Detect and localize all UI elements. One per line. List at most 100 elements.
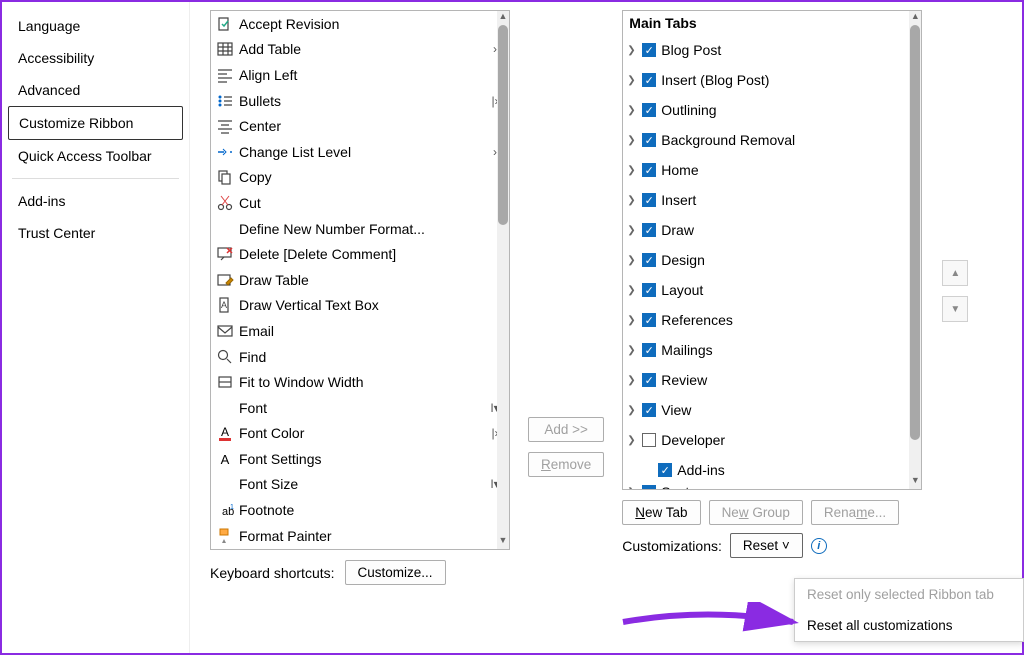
- remove-button[interactable]: Remove: [528, 452, 604, 477]
- new-group-button[interactable]: New Group: [709, 500, 803, 525]
- scroll-up-icon[interactable]: ▲: [909, 11, 921, 25]
- command-item[interactable]: Draw Table: [211, 267, 509, 293]
- chevron-right-icon[interactable]: ❯: [627, 105, 637, 116]
- sidebar-item-accessibility[interactable]: Accessibility: [8, 42, 183, 74]
- tab-item[interactable]: ❯ ✓ Background Removal: [623, 125, 921, 155]
- sidebar-item-advanced[interactable]: Advanced: [8, 74, 183, 106]
- checkbox[interactable]: ✓: [642, 313, 656, 327]
- sidebar-item-language[interactable]: Language: [8, 10, 183, 42]
- scrollbar[interactable]: ▲ ▼: [909, 11, 921, 489]
- customize-button[interactable]: Customize...: [345, 560, 446, 585]
- checkbox[interactable]: ✓: [642, 283, 656, 297]
- command-item[interactable]: Font Size I▾: [211, 472, 509, 498]
- tab-item[interactable]: ❯ ✓ Insert (Blog Post): [623, 65, 921, 95]
- chevron-right-icon[interactable]: ❯: [627, 405, 637, 416]
- move-up-button[interactable]: ▲: [942, 260, 968, 286]
- chevron-right-icon[interactable]: ❯: [627, 195, 637, 206]
- tab-item[interactable]: ❯ ✓ References: [623, 305, 921, 335]
- tab-item[interactable]: ❯ ✓ Layout: [623, 275, 921, 305]
- tab-item[interactable]: ❯ Developer: [623, 425, 921, 455]
- add-button[interactable]: Add >>: [528, 417, 604, 442]
- command-item[interactable]: Define New Number Format...: [211, 216, 509, 242]
- tab-item[interactable]: ❯ ✓ Home: [623, 155, 921, 185]
- tab-item[interactable]: ❯ ✓ Blog Post: [623, 35, 921, 65]
- new-tab-button[interactable]: New Tab: [622, 500, 700, 525]
- chevron-right-icon[interactable]: ❯: [627, 165, 637, 176]
- command-item[interactable]: A Font Settings: [211, 446, 509, 472]
- command-item[interactable]: Center: [211, 113, 509, 139]
- command-item[interactable]: A Draw Vertical Text Box: [211, 293, 509, 319]
- chevron-right-icon[interactable]: ❯: [627, 345, 637, 356]
- tab-item[interactable]: ❯ ✓ Review: [623, 365, 921, 395]
- chevron-right-icon[interactable]: ❯: [627, 315, 637, 326]
- commands-list[interactable]: Accept Revision Add Table › Align Left B…: [210, 10, 510, 550]
- chevron-right-icon[interactable]: ❯: [627, 285, 637, 296]
- tab-item[interactable]: ✓ Add-ins: [623, 455, 921, 485]
- command-item[interactable]: Format Painter: [211, 523, 509, 549]
- chevron-right-icon[interactable]: ❯: [627, 255, 637, 266]
- sidebar-item-trust-center[interactable]: Trust Center: [8, 217, 183, 249]
- chevron-right-icon[interactable]: ❯: [627, 375, 637, 386]
- chevron-right-icon[interactable]: ❯: [627, 45, 637, 56]
- chevron-right-icon[interactable]: ❯: [627, 75, 637, 86]
- tab-item[interactable]: ❯ ✓ Syntex: [623, 485, 921, 490]
- command-item[interactable]: Fit to Window Width: [211, 369, 509, 395]
- scroll-up-icon[interactable]: ▲: [497, 11, 509, 25]
- checkbox[interactable]: ✓: [642, 163, 656, 177]
- reset-all-item[interactable]: Reset all customizations: [795, 610, 1023, 641]
- command-item[interactable]: Add Table ›: [211, 37, 509, 63]
- command-item[interactable]: Copy: [211, 165, 509, 191]
- command-item[interactable]: Cut: [211, 190, 509, 216]
- sidebar-item-customize-ribbon[interactable]: Customize Ribbon: [8, 106, 183, 140]
- tab-item[interactable]: ❯ ✓ Mailings: [623, 335, 921, 365]
- tab-item[interactable]: ❯ ✓ Design: [623, 245, 921, 275]
- checkbox[interactable]: ✓: [642, 485, 656, 490]
- command-item[interactable]: Email: [211, 318, 509, 344]
- tab-item[interactable]: ❯ ✓ Insert: [623, 185, 921, 215]
- checkbox[interactable]: ✓: [642, 43, 656, 57]
- tab-label: Mailings: [661, 342, 712, 358]
- scroll-thumb[interactable]: [498, 25, 508, 225]
- reset-selected-tab-item[interactable]: Reset only selected Ribbon tab: [795, 579, 1023, 610]
- checkbox[interactable]: ✓: [642, 373, 656, 387]
- scroll-thumb[interactable]: [910, 25, 920, 440]
- checkbox[interactable]: ✓: [642, 193, 656, 207]
- checkbox[interactable]: ✓: [642, 103, 656, 117]
- sidebar-item-quick-access-toolbar[interactable]: Quick Access Toolbar: [8, 140, 183, 172]
- tab-item[interactable]: ❯ ✓ Outlining: [623, 95, 921, 125]
- checkbox[interactable]: ✓: [642, 223, 656, 237]
- chevron-right-icon[interactable]: ❯: [627, 225, 637, 236]
- checkbox[interactable]: ✓: [642, 73, 656, 87]
- checkbox[interactable]: ✓: [642, 133, 656, 147]
- tab-item[interactable]: ❯ ✓ View: [623, 395, 921, 425]
- command-item[interactable]: Find: [211, 344, 509, 370]
- command-item[interactable]: ab1 Footnote: [211, 497, 509, 523]
- checkbox[interactable]: ✓: [642, 343, 656, 357]
- command-item[interactable]: A Font Color |›: [211, 421, 509, 447]
- checkbox[interactable]: [642, 433, 656, 447]
- tab-item[interactable]: ❯ ✓ Draw: [623, 215, 921, 245]
- move-down-button[interactable]: ▼: [942, 296, 968, 322]
- chevron-right-icon[interactable]: ❯: [627, 135, 637, 146]
- chevron-right-icon[interactable]: ❯: [627, 435, 637, 446]
- sidebar-item-add-ins[interactable]: Add-ins: [8, 185, 183, 217]
- command-item[interactable]: Change List Level ›: [211, 139, 509, 165]
- chevron-right-icon[interactable]: ❯: [627, 487, 637, 491]
- command-item[interactable]: Bullets |›: [211, 88, 509, 114]
- scrollbar[interactable]: ▲ ▼: [497, 11, 509, 549]
- command-item[interactable]: Delete [Delete Comment]: [211, 241, 509, 267]
- rename-button[interactable]: Rename...: [811, 500, 899, 525]
- scroll-down-icon[interactable]: ▼: [497, 535, 509, 549]
- scroll-down-icon[interactable]: ▼: [909, 475, 921, 489]
- command-item[interactable]: Align Left: [211, 62, 509, 88]
- list-level-icon: [215, 143, 235, 161]
- checkbox[interactable]: ✓: [642, 253, 656, 267]
- checkbox[interactable]: ✓: [642, 403, 656, 417]
- info-icon[interactable]: i: [811, 538, 827, 554]
- command-item[interactable]: Font I▾: [211, 395, 509, 421]
- reset-dropdown[interactable]: Reset ˅: [730, 533, 803, 558]
- command-item[interactable]: Accept Revision: [211, 11, 509, 37]
- fit-icon: [215, 373, 235, 391]
- checkbox[interactable]: ✓: [658, 463, 672, 477]
- main-tabs-list[interactable]: Main Tabs ❯ ✓ Blog Post❯ ✓ Insert (Blog …: [622, 10, 922, 490]
